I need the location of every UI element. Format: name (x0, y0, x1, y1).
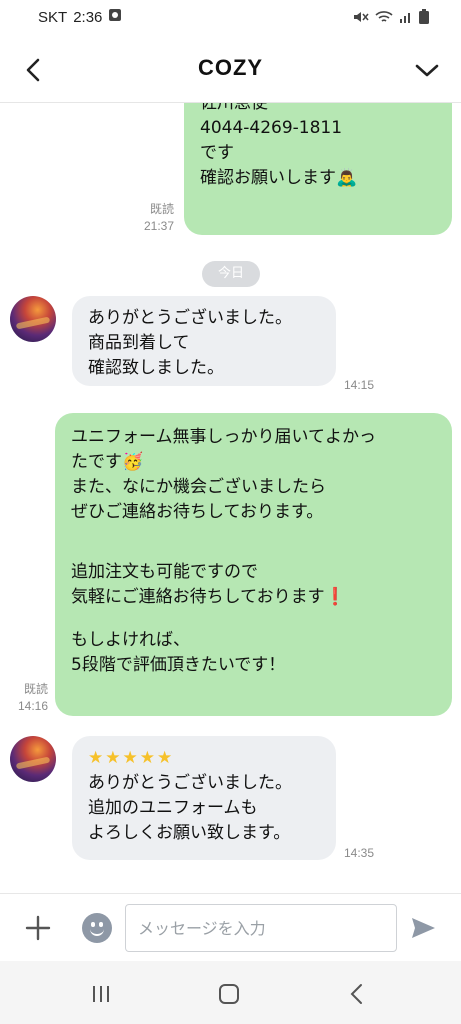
message-bubble-received[interactable]: ありがとうございました。 商品到着して 確認致しました。 (72, 296, 336, 386)
message-line: 4044-4269-1811 (200, 118, 343, 138)
message-line: 確認お願いします🙇‍♂️ (200, 168, 358, 188)
chat-title: COZY (197, 55, 264, 80)
message-line (71, 610, 452, 628)
message-line: たです🥳 (71, 452, 144, 472)
status-bar: SKT 2:36 (0, 0, 461, 36)
chevron-down-icon (415, 64, 439, 77)
recents-button[interactable] (86, 979, 116, 1009)
message-line: 追加のユニフォームも (88, 798, 258, 818)
contact-avatar[interactable] (10, 296, 56, 342)
mute-icon (354, 11, 369, 22)
read-receipt: 既読 (149, 202, 174, 216)
message-bubble-sent[interactable]: 佐川急便 4044-4269-1811 です 確認お願いします🙇‍♂️ (184, 103, 452, 235)
emoji-mouth (90, 927, 104, 936)
nav-back-icon (350, 984, 362, 1004)
emoji-icon[interactable] (82, 913, 112, 943)
message-line: 5段階で評価頂きたいです！ (71, 655, 286, 675)
message-line: ありがとうございました。 (88, 773, 292, 793)
message-bubble-received[interactable]: ★★★★★ ありがとうございました。 追加のユニフォームも よろしくお願い致しま… (72, 736, 336, 860)
carrier-label: SKT (38, 8, 68, 26)
message-time: 14:35 (344, 846, 375, 860)
attach-button[interactable] (22, 912, 54, 944)
message-line: です (200, 143, 234, 163)
message-meta: 既読 21:37 (130, 201, 174, 235)
message-time: 14:16 (17, 699, 48, 713)
date-separator: 今日 (202, 261, 260, 287)
home-button[interactable] (214, 979, 244, 1009)
message-line: 気軽にご連絡お待ちしております❗ (71, 587, 346, 607)
signal-icon (400, 12, 410, 23)
recents-icon (93, 986, 109, 1002)
message-line: ありがとうございました。 (88, 308, 292, 328)
message-line: よろしくお願い致します。 (88, 823, 291, 843)
system-nav-bar (0, 961, 461, 1024)
message-line: 佐川急便 (200, 103, 268, 113)
status-left: SKT 2:36 (38, 8, 122, 26)
message-line: ユニフォーム無事しっかり届いてよかっ (71, 427, 376, 447)
message-line (71, 540, 452, 560)
message-line: 確認致しました。 (88, 358, 224, 378)
send-icon (412, 918, 435, 938)
message-time: 14:15 (344, 378, 375, 392)
message-line: 追加注文も可能ですので (71, 562, 258, 582)
nav-back-button[interactable] (342, 979, 372, 1009)
chat-area[interactable]: 佐川急便 4044-4269-1811 です 確認お願いします🙇‍♂️ 既読 2… (0, 103, 461, 893)
message-bubble-sent[interactable]: ユニフォーム無事しっかり届いてよかっ たです🥳 また、なにか機会ございましたら … (55, 413, 452, 716)
chat-header: COZY (0, 36, 461, 103)
message-input-bar (0, 893, 461, 962)
message-line: ぜひご連絡お待ちしております。 (71, 502, 324, 522)
rating-stars: ★★★★★ (88, 748, 175, 768)
status-time: 2:36 (73, 8, 103, 26)
wifi-icon (375, 10, 393, 22)
home-icon (219, 984, 239, 1004)
status-icons (353, 9, 429, 24)
message-line (71, 525, 452, 540)
read-receipt: 既読 (23, 682, 48, 696)
message-input[interactable] (125, 904, 397, 952)
message-line: もしよければ、 (71, 630, 190, 650)
message-time: 21:37 (143, 219, 174, 233)
message-meta: 既読 14:16 (4, 681, 48, 715)
contact-avatar[interactable] (10, 736, 56, 782)
notification-icon (108, 8, 122, 26)
plus-icon (25, 915, 51, 941)
message-line: 商品到着して (88, 333, 190, 353)
battery-icon (419, 9, 429, 24)
message-line: また、なにか機会ございましたら (71, 477, 326, 497)
send-button[interactable] (409, 914, 437, 942)
more-button[interactable] (411, 54, 443, 86)
